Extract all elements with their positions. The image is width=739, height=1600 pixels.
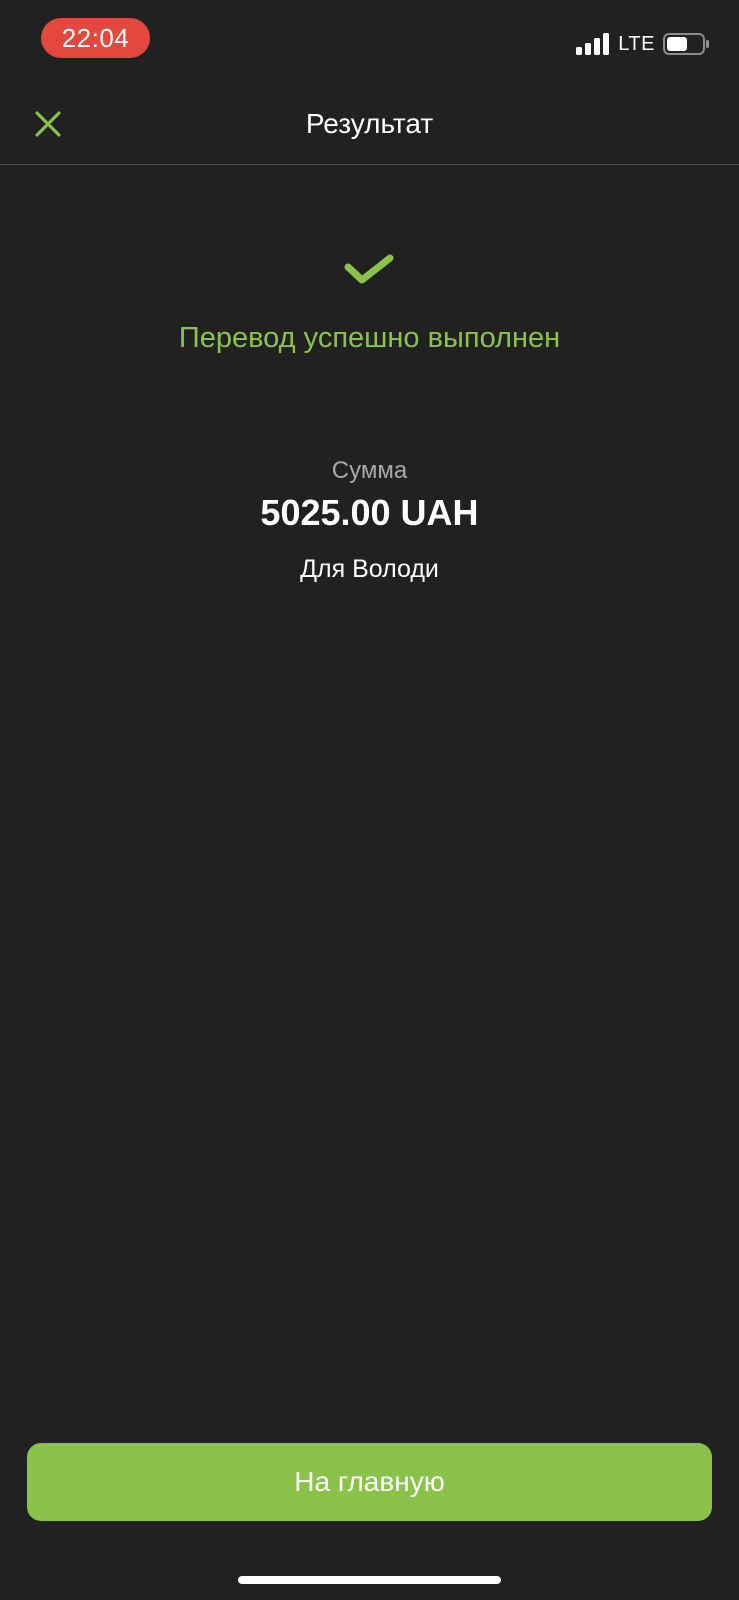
home-indicator[interactable] xyxy=(238,1576,501,1584)
checkmark-icon xyxy=(344,254,394,284)
battery-icon xyxy=(663,33,709,55)
network-type-label: LTE xyxy=(618,33,655,55)
success-message: Перевод успешно выполнен xyxy=(178,322,561,354)
recipient-comment: Для Володи xyxy=(300,555,439,583)
status-bar: 22:04 LTE xyxy=(0,0,739,80)
header-bar: Результат xyxy=(0,80,739,165)
transfer-result-screen: 22:04 LTE Результат Перевод успешно выпо… xyxy=(0,0,739,1600)
amount-label: Сумма xyxy=(331,457,408,484)
amount-value: 5025.00 UAH xyxy=(260,492,479,533)
status-indicators: LTE xyxy=(576,32,709,56)
page-title: Результат xyxy=(305,108,434,139)
status-time: 22:04 xyxy=(41,18,150,58)
cellular-signal-icon xyxy=(576,33,610,55)
home-button[interactable]: На главную xyxy=(27,1443,712,1521)
